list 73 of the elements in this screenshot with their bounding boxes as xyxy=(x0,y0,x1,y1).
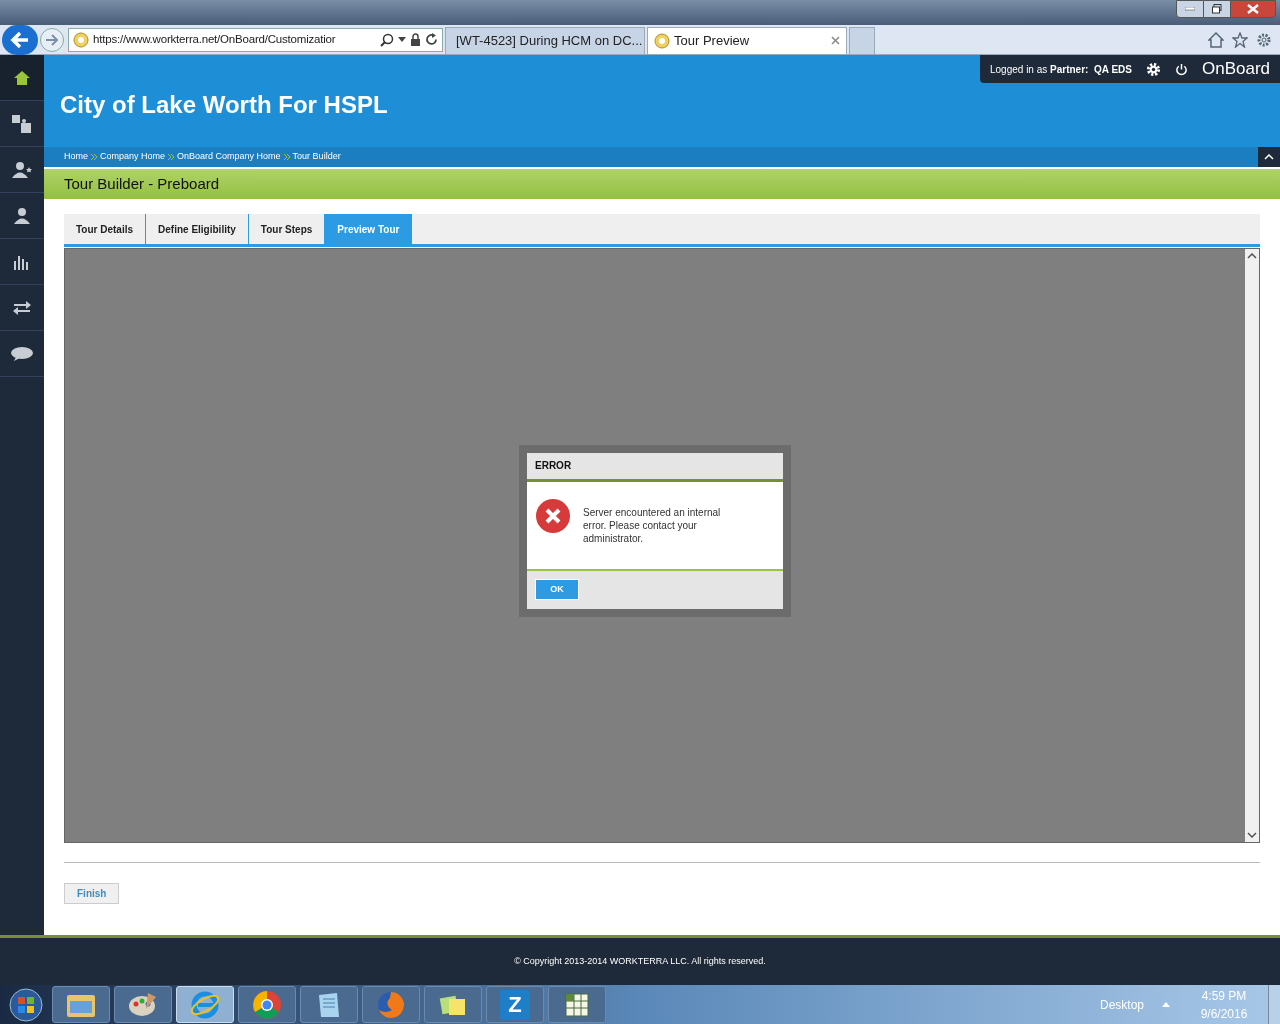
address-bar[interactable]: https://www.workterra.net/OnBoard/Customizatior xyxy=(68,27,443,52)
taskbar-app-button[interactable] xyxy=(238,986,296,1023)
taskbar-app-button[interactable] xyxy=(424,986,482,1023)
breadcrumb-link[interactable]: OnBoard Company Home xyxy=(177,150,281,164)
windows-logo-icon xyxy=(9,987,43,1022)
power-icon[interactable] xyxy=(1174,62,1188,76)
breadcrumb-separator-icon xyxy=(168,154,175,160)
restore-icon xyxy=(1212,4,1222,14)
home-icon[interactable] xyxy=(1208,31,1224,48)
speech-bubble-icon xyxy=(10,345,34,362)
clock-time: 4:59 PM xyxy=(1201,987,1247,1005)
company-title: City of Lake Worth For HSPL xyxy=(60,90,388,120)
page-title: Tour Builder - Preboard xyxy=(64,173,220,194)
forward-button[interactable] xyxy=(40,27,64,52)
finish-button[interactable]: Finish xyxy=(64,883,120,904)
tab[interactable]: Preview Tour xyxy=(325,214,413,244)
tab-title: [WT-4523] During HCM on DC... xyxy=(456,31,643,50)
breadcrumb-link[interactable]: Company Home xyxy=(100,150,166,164)
refresh-icon xyxy=(425,33,438,46)
z-app-icon: Z xyxy=(500,989,530,1020)
firefox-browser-icon xyxy=(376,989,406,1020)
browser-tab[interactable]: [WT-4523] During HCM on DC... xyxy=(445,26,645,55)
breadcrumb-separator-icon xyxy=(91,154,97,160)
close-button[interactable] xyxy=(1230,0,1276,18)
back-arrow-icon xyxy=(10,30,30,49)
home-icon xyxy=(13,68,31,87)
chevron-up-icon xyxy=(1264,154,1274,160)
tab-title: Tour Preview xyxy=(674,31,751,50)
dialog-title: ERROR xyxy=(535,459,572,473)
copyright-text: © Copyright 2013-2014 WORKTERRA LLC. All rights reserved. xyxy=(514,954,766,968)
breadcrumb-link[interactable]: Tour Builder xyxy=(292,150,341,164)
ie-browser-icon xyxy=(190,989,220,1020)
breadcrumb-separator-icon xyxy=(283,154,290,160)
browser-tab[interactable]: Tour Preview xyxy=(647,26,847,55)
search-icon xyxy=(380,32,394,47)
sidebar-item[interactable] xyxy=(0,55,44,101)
taskbar-app-button[interactable] xyxy=(548,986,606,1023)
close-tab-icon[interactable] xyxy=(831,36,840,45)
taskbar-app-button[interactable] xyxy=(114,986,172,1023)
restore-button[interactable] xyxy=(1204,0,1230,18)
palette-icon xyxy=(128,990,158,1019)
collapse-button[interactable] xyxy=(1258,147,1280,167)
scroll-up-icon[interactable] xyxy=(1247,253,1257,259)
scrollbar[interactable] xyxy=(1245,249,1259,842)
error-message: Server encountered an internal error. Please contact your administrator. xyxy=(583,505,722,545)
site-icon xyxy=(654,32,670,49)
forward-arrow-icon xyxy=(45,33,59,46)
puzzle-icon xyxy=(11,113,33,134)
scroll-down-icon[interactable] xyxy=(1247,832,1257,838)
tab[interactable]: Tour Details xyxy=(64,214,147,244)
dropdown-caret-icon xyxy=(398,37,406,42)
tab[interactable]: Define Eligibility xyxy=(146,214,249,244)
clock-date: 9/6/2016 xyxy=(1200,1005,1248,1023)
chrome-browser-icon xyxy=(252,989,282,1020)
error-icon xyxy=(535,497,571,534)
taskbar-app-button[interactable]: Z xyxy=(486,986,544,1023)
minimize-icon xyxy=(1185,7,1195,11)
close-icon xyxy=(1247,4,1259,14)
brand-name: OnBoard xyxy=(1201,58,1270,81)
padlock-icon xyxy=(410,33,421,46)
settings-icon[interactable] xyxy=(1145,61,1161,77)
swap-arrows-icon xyxy=(12,299,32,316)
breadcrumb-link[interactable]: Home xyxy=(64,150,88,164)
site-icon xyxy=(73,31,89,48)
taskbar-app-button[interactable] xyxy=(300,986,358,1023)
ok-button[interactable]: OK xyxy=(535,579,579,600)
back-button[interactable] xyxy=(2,24,38,55)
person-star-icon xyxy=(11,160,33,179)
minimize-button[interactable] xyxy=(1176,0,1204,18)
address-text: https://www.workterra.net/OnBoard/Customizatior xyxy=(93,31,336,47)
person-icon xyxy=(13,206,31,225)
logged-in-text: Logged in as Partner: QA EDS xyxy=(990,62,1132,77)
star-icon[interactable] xyxy=(1232,31,1248,48)
